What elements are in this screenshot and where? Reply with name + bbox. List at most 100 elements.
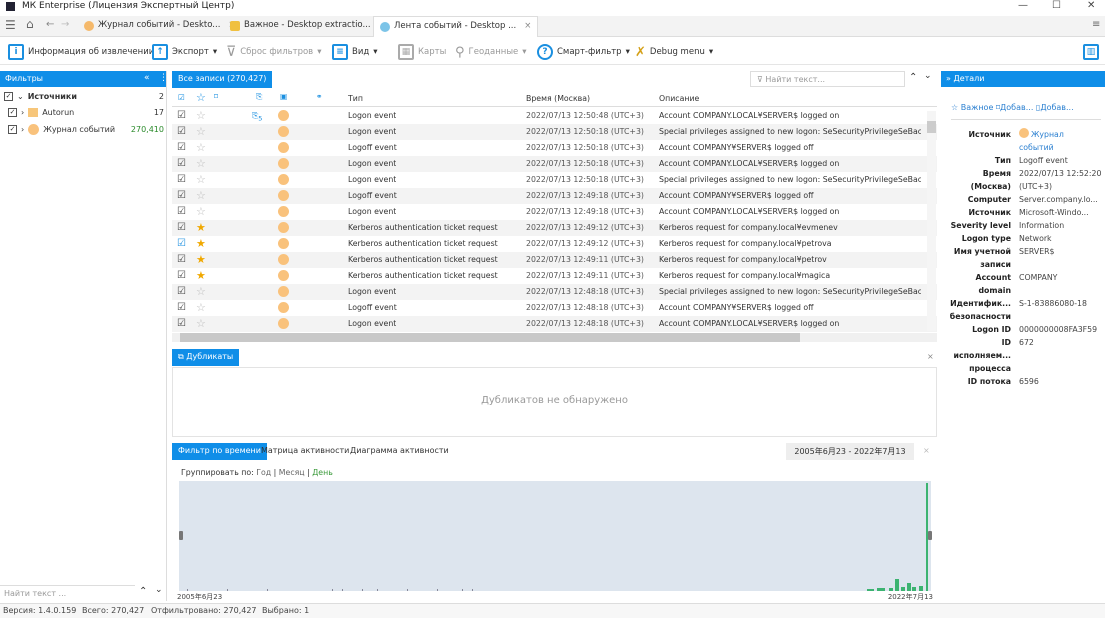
row-checkbox[interactable]: ☑ [177,284,186,300]
star-icon[interactable]: ★ [196,252,206,267]
collapse-panel-icon[interactable]: « [144,73,150,83]
tab-activity-matrix[interactable]: Матрица активности [255,443,355,460]
filter-sources[interactable]: ✓ ⌄ Источники 2 [4,92,164,101]
geodata-button[interactable]: ⚲ Геоданные ▾ [455,43,527,61]
group-day-link[interactable]: День [312,468,333,477]
filter-event-log[interactable]: ✓ › Журнал событий 270,410 [4,124,164,135]
tab-important[interactable]: Важное - Desktop extractio...× [224,16,392,37]
checkbox[interactable]: ✓ [4,92,13,101]
table-row[interactable]: ☑ ☆ Logon event 2022/07/13 12:50:18 (UTC… [172,172,937,188]
export-button[interactable]: ↑ Экспорт ▾ [152,43,217,61]
row-checkbox[interactable]: ☑ [177,252,186,268]
debug-menu-button[interactable]: ✗ Debug menu ▾ [635,43,713,61]
scroll-thumb[interactable] [180,333,800,342]
range-start-handle[interactable] [179,531,183,540]
tab-duplicates[interactable]: ⧉ Дубликаты [172,349,240,366]
field-value[interactable]: Журнал [1019,128,1105,141]
view-button[interactable]: ≡ Вид ▾ [332,43,378,61]
table-row[interactable]: ☑ ☆ Logon event 2022/07/13 12:50:18 (UTC… [172,124,937,140]
close-tab-icon[interactable]: × [524,21,531,31]
star-icon[interactable]: ☆ [196,172,206,187]
search-up-button[interactable]: ⌃ [909,72,917,83]
row-checkbox[interactable]: ☑ [177,124,186,140]
chevron-down-icon[interactable]: ⌄ [17,92,24,101]
star-icon[interactable]: ★ [196,236,206,251]
star-icon[interactable]: ★ [196,220,206,235]
filter-search-input[interactable]: Найти текст ... [0,585,135,601]
star-icon[interactable]: ☆ [196,284,206,299]
search-down-button[interactable]: ⌄ [924,71,932,81]
star-icon[interactable]: ☆ [196,300,206,315]
group-year-link[interactable]: Год [256,468,271,477]
add-note-button[interactable]: ▯Добав... [1036,103,1074,112]
row-checkbox[interactable]: ☑ [177,220,186,236]
clear-range-icon[interactable]: × [923,446,930,455]
range-end-handle[interactable] [928,531,932,540]
row-checkbox[interactable]: ☑ [177,108,186,124]
source-column-icon[interactable]: ▣ [280,92,287,101]
attachment-column-icon[interactable]: ⎘ [256,92,262,102]
reset-filters-button[interactable]: ⊽ Сброс фильтров ▾ [226,43,321,61]
search-up-button[interactable]: ⌃ [139,586,147,597]
star-icon[interactable]: ☆ [196,204,206,219]
table-row[interactable]: ☑ ☆ Logoff event 2022/07/13 12:48:18 (UT… [172,300,937,316]
back-icon[interactable]: ← [46,19,54,30]
star-icon[interactable]: ☆ [196,188,206,203]
overflow-menu-icon[interactable]: ≡ [1092,19,1100,30]
filter-autorun[interactable]: ✓ › Autorun 17 [4,108,164,117]
maps-button[interactable]: ▦ Карты [398,43,446,61]
checkbox[interactable]: ✓ [8,108,17,117]
tab-activity-diagram[interactable]: Диаграмма активности [344,443,455,460]
star-icon[interactable]: ☆ [196,108,206,123]
row-checkbox[interactable]: ☑ [177,156,186,172]
column-time[interactable]: Время (Москва) [526,94,590,103]
star-icon[interactable]: ★ [196,268,206,283]
select-all-checkbox[interactable]: ☑ [178,93,185,102]
table-row[interactable]: ☑ ☆ Logon event 2022/07/13 12:48:18 (UTC… [172,316,937,332]
more-options-icon[interactable]: ⋮ [159,73,168,83]
row-checkbox[interactable]: ☑ [177,140,186,156]
star-icon[interactable]: ☆ [196,140,206,155]
star-icon[interactable]: ☆ [196,124,206,139]
column-description[interactable]: Описание [659,94,699,103]
table-row[interactable]: ☑ ★ Kerberos authentication ticket reque… [172,220,937,236]
row-checkbox[interactable]: ☑ [177,268,186,284]
star-icon[interactable]: ☆ [196,316,206,331]
chevron-right-icon[interactable]: › [21,108,24,117]
row-checkbox[interactable]: ☑ [177,188,186,204]
tab-all-records[interactable]: Все записи (270,427) [172,71,273,88]
close-window-button[interactable]: ✕ [1087,0,1095,11]
chevron-right-icon[interactable]: › [21,125,24,134]
search-down-button[interactable]: ⌄ [155,585,163,595]
table-row[interactable]: ☑ ☆ Logoff event 2022/07/13 12:49:18 (UT… [172,188,937,204]
table-row[interactable]: ☑ ☆ Logon event 2022/07/13 12:50:18 (UTC… [172,156,937,172]
table-row[interactable]: ☑ ☆ Logon event 2022/07/13 12:49:18 (UTC… [172,204,937,220]
horizontal-scrollbar[interactable] [172,333,937,342]
row-checkbox[interactable]: ☑ [177,172,186,188]
row-checkbox[interactable]: ☑ [177,316,186,332]
timeline-chart[interactable]: 2005年6月23 2022年7月13 [177,481,937,601]
extraction-info-button[interactable]: i Информация об извлечении [8,43,154,61]
link-column-icon[interactable]: ⚭ [316,92,323,101]
tab-time-filter[interactable]: Фильтр по времени [172,443,267,460]
tab-event-log[interactable]: Журнал событий - Deskto...× [78,16,242,37]
table-row[interactable]: ☑ ★ Kerberos authentication ticket reque… [172,268,937,284]
star-column-icon[interactable]: ☆ [196,91,206,104]
menu-icon[interactable]: ☰ [5,18,16,32]
row-checkbox[interactable]: ☑ [177,204,186,220]
layout-toggle-button[interactable]: ▥ [1083,43,1099,61]
tag-column-icon[interactable]: ⌑ [214,92,218,101]
table-row[interactable]: ☑ ★ Kerberos authentication ticket reque… [172,252,937,268]
tab-event-feed[interactable]: Лента событий - Desktop ... × [373,16,539,37]
add-tag-button[interactable]: ⌑Добав... [996,103,1033,112]
table-row[interactable]: ☑ ☆ ⎘5 Logon event 2022/07/13 12:50:48 (… [172,108,937,124]
table-row[interactable]: ☑ ★ Kerberos authentication ticket reque… [172,236,937,252]
row-checkbox[interactable]: ☑ [177,300,186,316]
field-value[interactable]: событий [1019,141,1105,154]
maximize-button[interactable]: ☐ [1052,0,1061,11]
table-row[interactable]: ☑ ☆ Logon event 2022/07/13 12:48:18 (UTC… [172,284,937,300]
home-icon[interactable]: ⌂ [26,17,34,31]
important-button[interactable]: ☆ Важное [951,103,993,112]
group-month-link[interactable]: Месяц [279,468,305,477]
checkbox[interactable]: ✓ [8,125,17,134]
